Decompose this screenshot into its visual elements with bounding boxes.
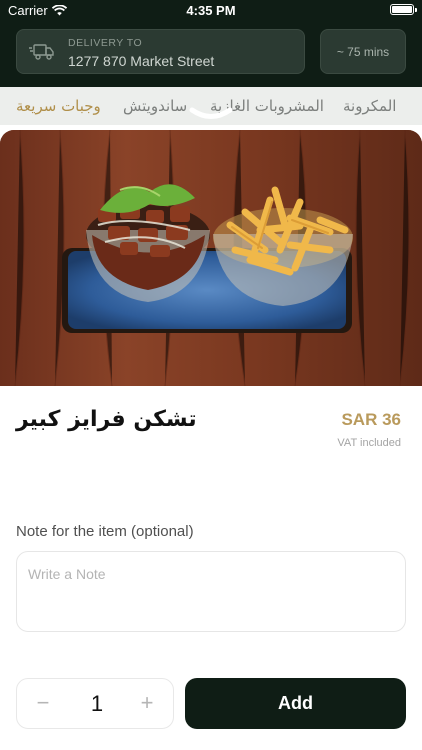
chicken-fries-photo — [0, 130, 422, 386]
category-fast-food[interactable]: وجبات سريعة — [16, 97, 101, 115]
category-sandwich[interactable]: ساندويتش — [123, 97, 187, 115]
top-header: Carrier 4:35 PM DELIVERY TO 1277 870 Mar… — [0, 0, 422, 87]
eta-badge[interactable]: ~ 75 mins — [320, 29, 406, 74]
status-bar: Carrier 4:35 PM — [0, 0, 422, 22]
quantity-value: 1 — [90, 691, 104, 716]
add-to-cart-button[interactable]: Add — [185, 678, 406, 729]
note-placeholder: Write a Note — [28, 566, 106, 582]
increase-quantity-button[interactable]: + — [135, 692, 159, 716]
delivery-label: DELIVERY TO — [68, 37, 143, 49]
clock: 4:35 PM — [186, 3, 236, 18]
battery-icon — [390, 4, 417, 15]
delivery-address-button[interactable]: DELIVERY TO 1277 870 Market Street — [16, 29, 305, 74]
note-input[interactable]: Write a Note — [16, 551, 406, 632]
truck-icon — [29, 44, 54, 60]
sheet-handle-chevron-icon[interactable] — [188, 107, 234, 121]
product-name: تشكن فرايز كبير — [16, 407, 197, 432]
category-pasta[interactable]: المكرونة — [343, 97, 396, 115]
vat-note: VAT included — [337, 437, 401, 449]
decrease-quantity-button[interactable]: − — [31, 692, 55, 716]
delivery-address: 1277 870 Market Street — [68, 53, 215, 69]
quantity-stepper: − 1 + — [16, 678, 174, 729]
product-image — [0, 130, 422, 386]
product-price: SAR 36 — [341, 410, 401, 429]
note-label: Note for the item (optional) — [16, 523, 194, 540]
